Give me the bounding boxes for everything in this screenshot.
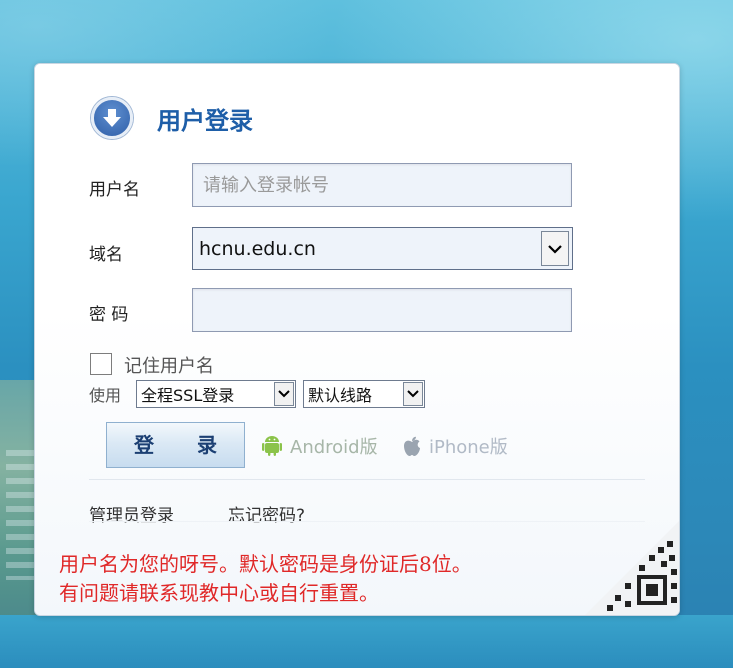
password-label: 密 码 [89,305,129,325]
divider [89,479,645,480]
password-input[interactable] [192,288,572,332]
download-arrow-icon [91,97,133,139]
chevron-down-icon[interactable] [403,382,423,406]
panel-background [35,64,679,615]
remember-checkbox[interactable] [90,353,112,375]
android-app-label: Android版 [290,437,378,458]
notice-text: 用户名为您的呀号。默认密码是身份证后8位。 有问题请联系现教中心或自行重置。 [59,550,659,608]
page-title: 用户登录 [157,106,253,135]
login-header: 用户登录 [91,94,253,142]
remember-label: 记住用户名 [124,356,214,377]
route-select-value: 默认线路 [308,386,373,405]
use-label: 使用 [89,386,122,405]
iphone-app-label: iPhone版 [429,437,508,458]
forgot-password-link[interactable]: 忘记密码? [228,501,305,526]
ssl-select-value: 全程SSL登录 [141,386,235,405]
iphone-app-link[interactable]: iPhone版 [403,433,508,459]
domain-select[interactable]: hcnu.edu.cn [192,227,573,270]
notice-line-1: 用户名为您的呀号。默认密码是身份证后8位。 [59,552,472,576]
apple-icon [403,436,421,457]
username-label: 用户名 [89,180,140,200]
background-water [0,615,733,668]
route-select[interactable]: 默认线路 [303,380,425,408]
login-button[interactable]: 登 录 [106,422,245,468]
android-app-link[interactable]: Android版 [261,433,378,459]
qr-code-corner-icon[interactable] [585,521,679,615]
chevron-down-icon[interactable] [541,231,569,266]
android-icon [261,435,283,457]
divider [89,521,645,522]
domain-select-value: hcnu.edu.cn [199,237,316,260]
domain-label: 域名 [89,245,123,265]
login-panel: 用户登录 用户名 域名 hcnu.edu.cn 密 码 记住用户名 使用 全程S… [34,63,680,616]
notice-line-2: 有问题请联系现教中心或自行重置。 [59,581,379,605]
ssl-select[interactable]: 全程SSL登录 [136,380,296,408]
admin-login-link[interactable]: 管理员登录 [89,501,174,526]
username-input[interactable] [192,163,572,207]
chevron-down-icon[interactable] [274,382,294,406]
